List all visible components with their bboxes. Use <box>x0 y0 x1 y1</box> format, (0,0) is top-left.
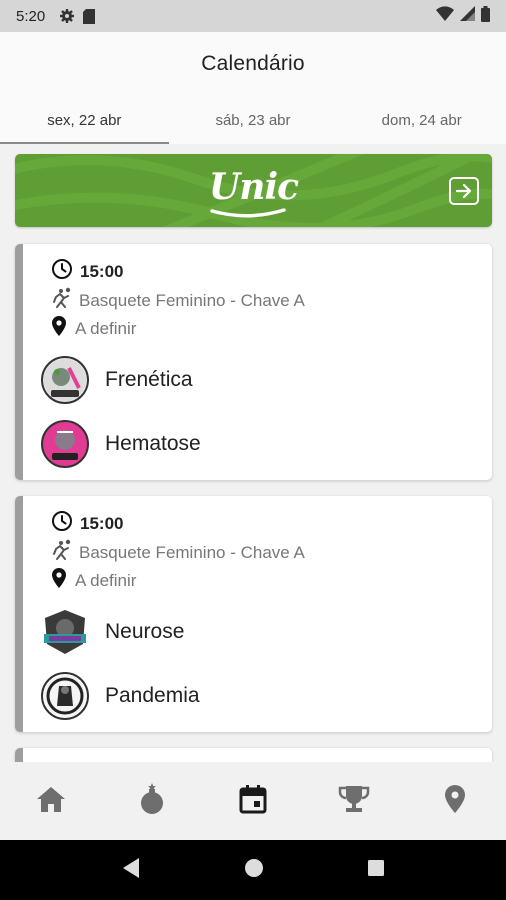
bottom-navigation <box>0 762 506 840</box>
match-card[interactable] <box>15 748 492 762</box>
clock-icon <box>51 510 73 537</box>
status-time: 5:20 <box>16 7 46 25</box>
app-header: Calendário sex, 22 abr sáb, 23 abr dom, … <box>0 32 506 144</box>
unic-logo: Unic <box>208 166 299 208</box>
logo-underline-swoosh <box>210 208 286 218</box>
team-row[interactable]: Frenética <box>41 356 193 404</box>
match-card[interactable]: 15:00 Basquete Feminino - Chave A A defi… <box>15 496 492 732</box>
home-icon <box>36 785 66 818</box>
tab-day-2[interactable]: sáb, 23 abr <box>169 104 338 144</box>
match-sport: Basquete Feminino - Chave A <box>79 290 305 310</box>
nav-trophy[interactable] <box>304 762 405 840</box>
location-pin-icon <box>444 784 466 819</box>
basketball-player-icon <box>51 287 73 314</box>
settings-gear-icon <box>59 8 75 24</box>
location-pin-icon <box>51 315 67 342</box>
team-crest-neurose <box>41 608 89 656</box>
team-name: Hematose <box>105 432 201 455</box>
page-title: Calendário <box>201 52 305 75</box>
nav-calendar[interactable] <box>202 762 303 840</box>
nav-location[interactable] <box>405 762 506 840</box>
team-crest-hematose <box>41 420 89 468</box>
match-time: 15:00 <box>80 513 124 533</box>
team-crest-frenetica <box>41 356 89 404</box>
match-location: A definir <box>75 318 137 338</box>
match-sport: Basquete Feminino - Chave A <box>79 542 305 562</box>
team-name: Neurose <box>105 620 185 643</box>
system-navigation-bar <box>0 840 506 900</box>
sponsor-banner[interactable]: Unic <box>15 154 492 227</box>
back-icon[interactable] <box>121 857 141 884</box>
card-accent-stripe <box>15 748 23 762</box>
match-card[interactable]: 15:00 Basquete Feminino - Chave A A defi… <box>15 244 492 480</box>
date-tabs: sex, 22 abr sáb, 23 abr dom, 24 abr <box>0 104 506 144</box>
match-location: A definir <box>75 570 137 590</box>
nav-bomb[interactable] <box>101 762 202 840</box>
match-list[interactable]: Unic 15:00 Basquete Feminino - Chave A A… <box>0 144 506 762</box>
clock-icon <box>51 258 73 285</box>
wifi-icon <box>436 6 454 26</box>
team-row[interactable]: Neurose <box>41 608 184 656</box>
trophy-icon <box>338 784 370 819</box>
bomb-icon <box>138 782 166 820</box>
team-row[interactable]: Pandemia <box>41 672 200 720</box>
signal-icon <box>460 6 475 26</box>
battery-icon <box>481 5 490 27</box>
calendar-icon <box>239 784 267 819</box>
recents-icon[interactable] <box>367 859 385 882</box>
nav-home[interactable] <box>0 762 101 840</box>
team-row[interactable]: Hematose <box>41 420 201 468</box>
sd-card-icon <box>83 8 96 24</box>
team-name: Frenética <box>105 368 193 391</box>
card-accent-stripe <box>15 244 23 480</box>
home-circle-icon[interactable] <box>244 858 264 883</box>
basketball-player-icon <box>51 539 73 566</box>
match-time: 15:00 <box>80 261 124 281</box>
tab-day-3[interactable]: dom, 24 abr <box>337 104 506 144</box>
team-crest-pandemia <box>41 672 89 720</box>
arrow-right-box-icon[interactable] <box>449 177 479 205</box>
team-name: Pandemia <box>105 684 200 707</box>
card-accent-stripe <box>15 496 23 732</box>
location-pin-icon <box>51 567 67 594</box>
tab-day-1[interactable]: sex, 22 abr <box>0 104 169 144</box>
status-bar: 5:20 <box>0 0 506 32</box>
